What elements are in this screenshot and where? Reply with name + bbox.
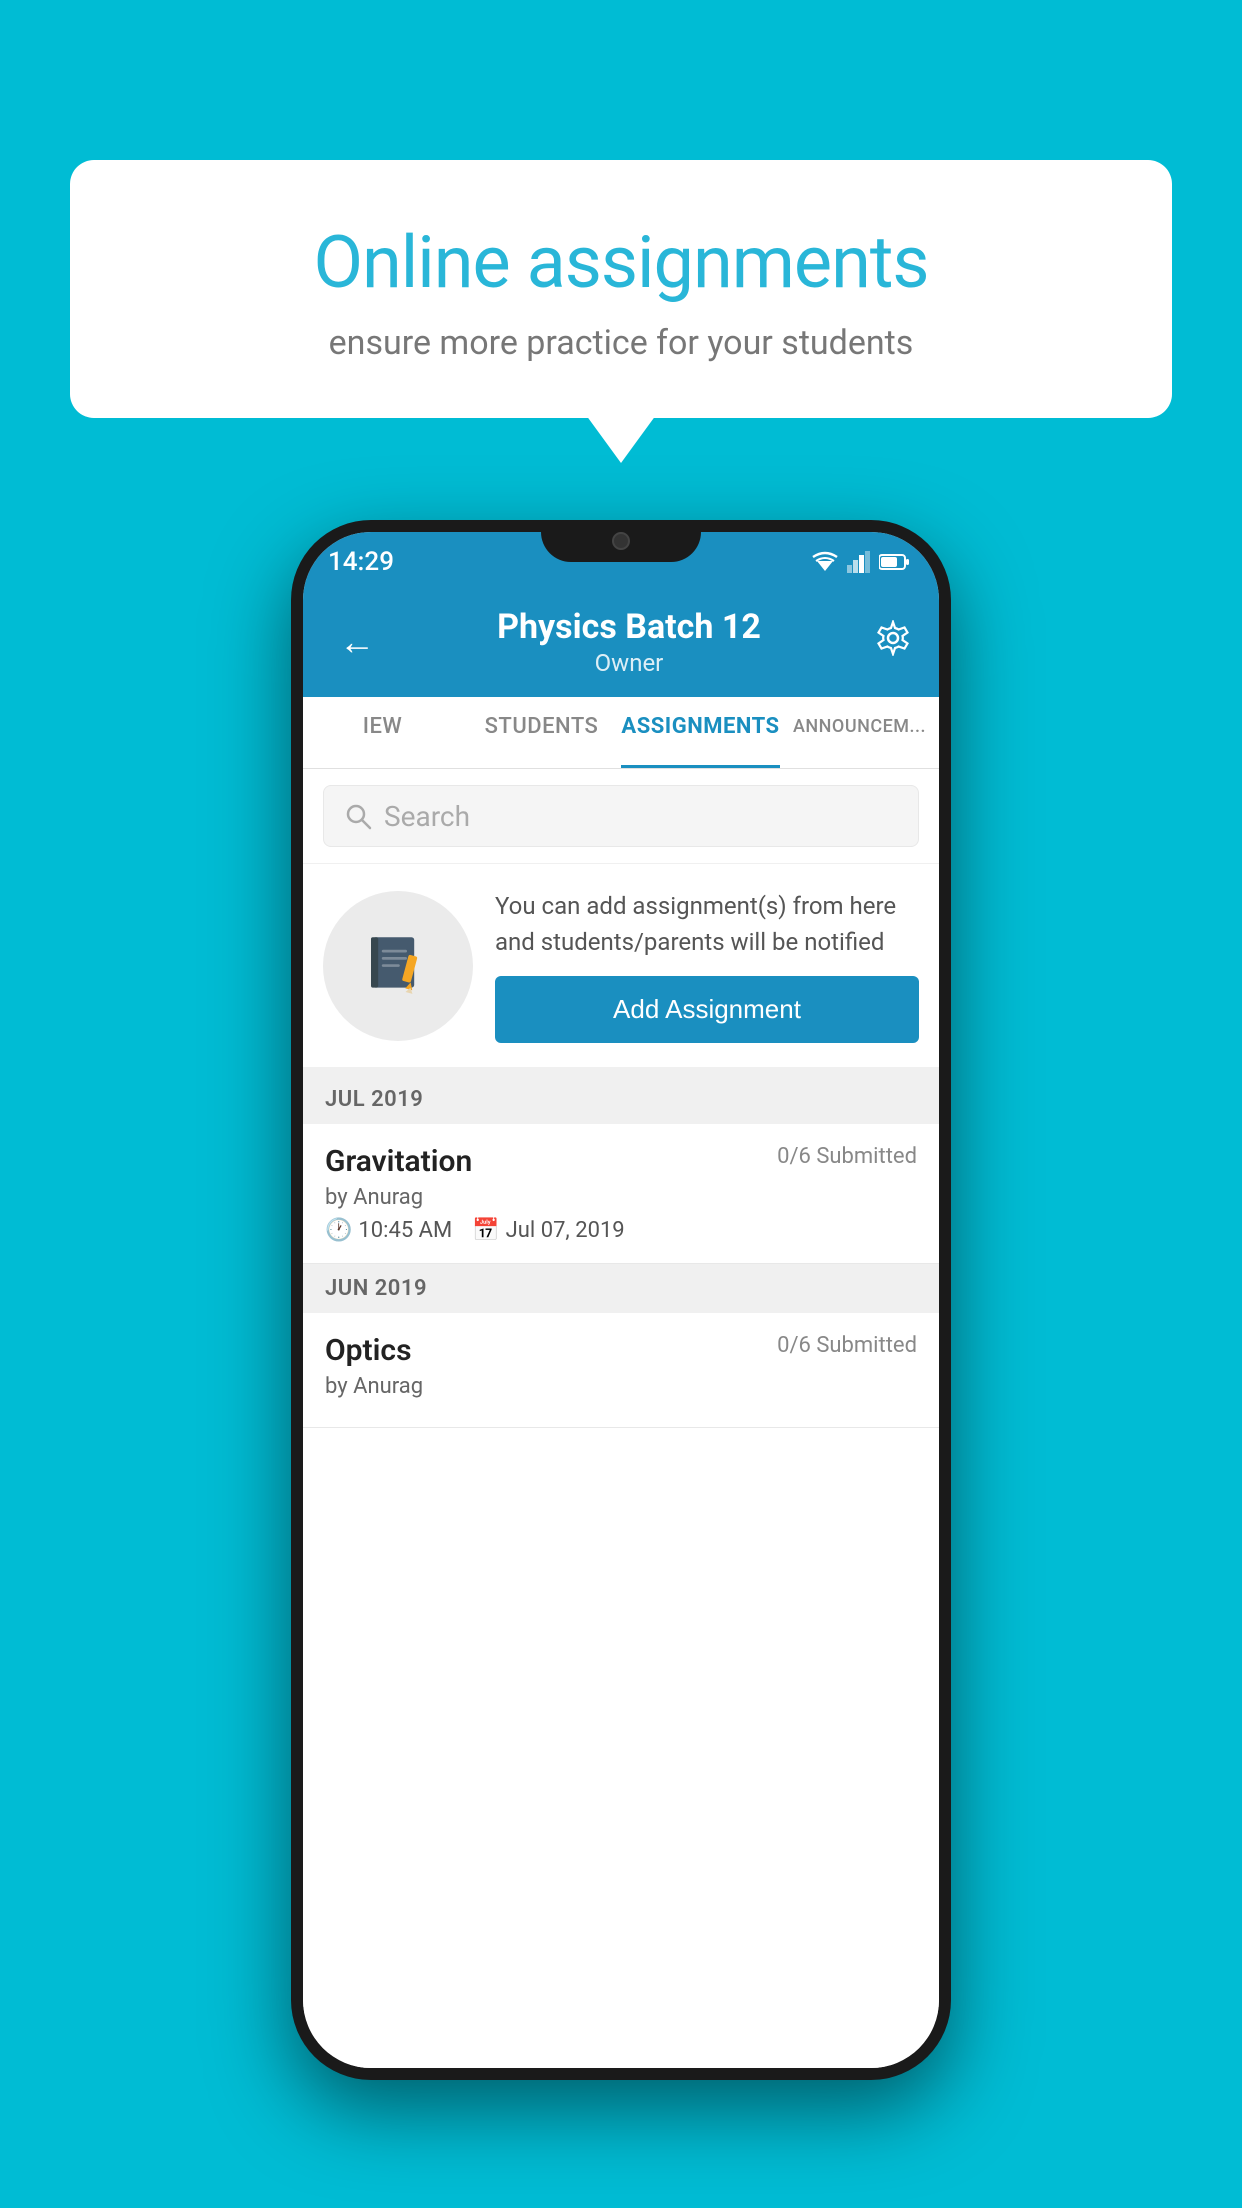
speech-bubble-container: Online assignments ensure more practice … — [70, 160, 1172, 418]
wifi-icon — [811, 551, 839, 573]
assignment-meta: 🕐 10:45 AM 📅 Jul 07, 2019 — [325, 1218, 917, 1243]
assignment-time-item: 🕐 10:45 AM — [325, 1218, 452, 1243]
assignment-submitted: 0/6 Submitted — [777, 1144, 917, 1169]
phone-wrapper: 14:29 — [291, 520, 951, 2140]
settings-button[interactable] — [875, 620, 911, 665]
speech-bubble: Online assignments ensure more practice … — [70, 160, 1172, 418]
batch-owner: Owner — [383, 649, 875, 677]
add-assignment-button[interactable]: Add Assignment — [495, 976, 919, 1043]
assignment-item-gravitation[interactable]: Gravitation 0/6 Submitted by Anurag 🕐 10… — [303, 1124, 939, 1264]
content-area: Search — [303, 769, 939, 2068]
speech-bubble-title: Online assignments — [140, 220, 1102, 305]
assignment-optics-submitted: 0/6 Submitted — [777, 1333, 917, 1358]
add-assignment-description: You can add assignment(s) from here and … — [495, 888, 919, 960]
assignment-icon-circle — [323, 891, 473, 1041]
front-camera — [612, 532, 630, 550]
assignment-optics-by: by Anurag — [325, 1374, 917, 1399]
assignment-date: Jul 07, 2019 — [506, 1218, 625, 1243]
assignment-item-optics-header: Optics 0/6 Submitted — [325, 1333, 917, 1368]
assignment-optics-name: Optics — [325, 1333, 412, 1368]
status-time: 14:29 — [328, 547, 394, 577]
phone-body: 14:29 — [291, 520, 951, 2080]
add-assignment-right: You can add assignment(s) from here and … — [495, 888, 919, 1043]
add-assignment-card: You can add assignment(s) from here and … — [303, 863, 939, 1075]
gear-icon — [875, 620, 911, 656]
clock-icon: 🕐 — [325, 1218, 352, 1243]
assignment-by: by Anurag — [325, 1185, 917, 1210]
assignment-item-optics[interactable]: Optics 0/6 Submitted by Anurag — [303, 1313, 939, 1428]
tab-iew[interactable]: IEW — [303, 697, 462, 768]
assignment-name: Gravitation — [325, 1144, 472, 1179]
tab-assignments[interactable]: ASSIGNMENTS — [621, 697, 780, 768]
calendar-icon: 📅 — [472, 1218, 499, 1243]
assignment-item-header: Gravitation 0/6 Submitted — [325, 1144, 917, 1179]
phone-screen: 14:29 — [303, 532, 939, 2068]
battery-icon — [879, 553, 909, 571]
search-placeholder: Search — [384, 800, 470, 833]
month-header-jun: JUN 2019 — [303, 1264, 939, 1313]
app-header: ← Physics Batch 12 Owner — [303, 587, 939, 697]
tabs-bar: IEW STUDENTS ASSIGNMENTS ANNOUNCEM... — [303, 697, 939, 769]
signal-icon — [847, 551, 871, 573]
assignment-time: 10:45 AM — [358, 1218, 452, 1243]
back-button[interactable]: ← — [331, 613, 383, 671]
month-header-jul: JUL 2019 — [303, 1075, 939, 1124]
speech-bubble-subtitle: ensure more practice for your students — [140, 323, 1102, 363]
search-bar[interactable]: Search — [323, 785, 919, 847]
status-icons — [811, 551, 909, 573]
search-bar-container: Search — [303, 769, 939, 863]
search-icon — [344, 802, 372, 830]
tab-students[interactable]: STUDENTS — [462, 697, 621, 768]
batch-title: Physics Batch 12 — [383, 607, 875, 647]
phone-notch — [541, 520, 701, 562]
assignment-date-item: 📅 Jul 07, 2019 — [472, 1218, 624, 1243]
tab-announcements[interactable]: ANNOUNCEM... — [780, 697, 939, 768]
notebook-icon — [362, 930, 434, 1002]
header-center: Physics Batch 12 Owner — [383, 607, 875, 677]
